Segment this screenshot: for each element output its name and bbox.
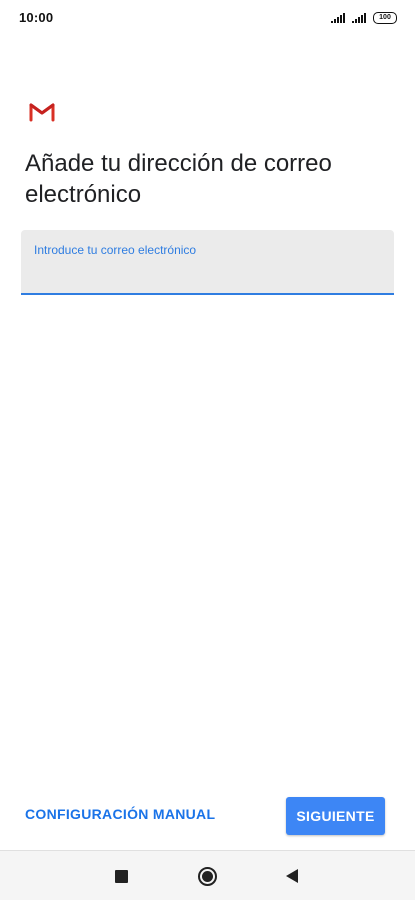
status-bar: 10:00 100: [0, 0, 415, 36]
email-field-label: Introduce tu correo electrónico: [34, 243, 197, 257]
battery-level: 100: [373, 12, 397, 24]
signal-icon: [352, 13, 366, 23]
signal-icon: [331, 13, 345, 23]
next-button[interactable]: SIGUIENTE: [286, 797, 385, 835]
email-input[interactable]: [34, 262, 374, 284]
email-field[interactable]: Introduce tu correo electrónico: [21, 230, 394, 295]
triangle-back-icon[interactable]: [286, 869, 298, 883]
page-title: Añade tu dirección de correo electrónico: [25, 150, 332, 208]
manual-setup-button[interactable]: CONFIGURACIÓN MANUAL: [25, 806, 215, 828]
navigation-bar: [0, 850, 415, 900]
gmail-logo-icon: [29, 103, 55, 122]
square-recents-icon[interactable]: [115, 870, 128, 883]
status-icons: 100: [331, 11, 397, 25]
circle-home-icon[interactable]: [198, 867, 217, 886]
battery-icon: 100: [373, 12, 397, 24]
status-time: 10:00: [19, 10, 54, 25]
